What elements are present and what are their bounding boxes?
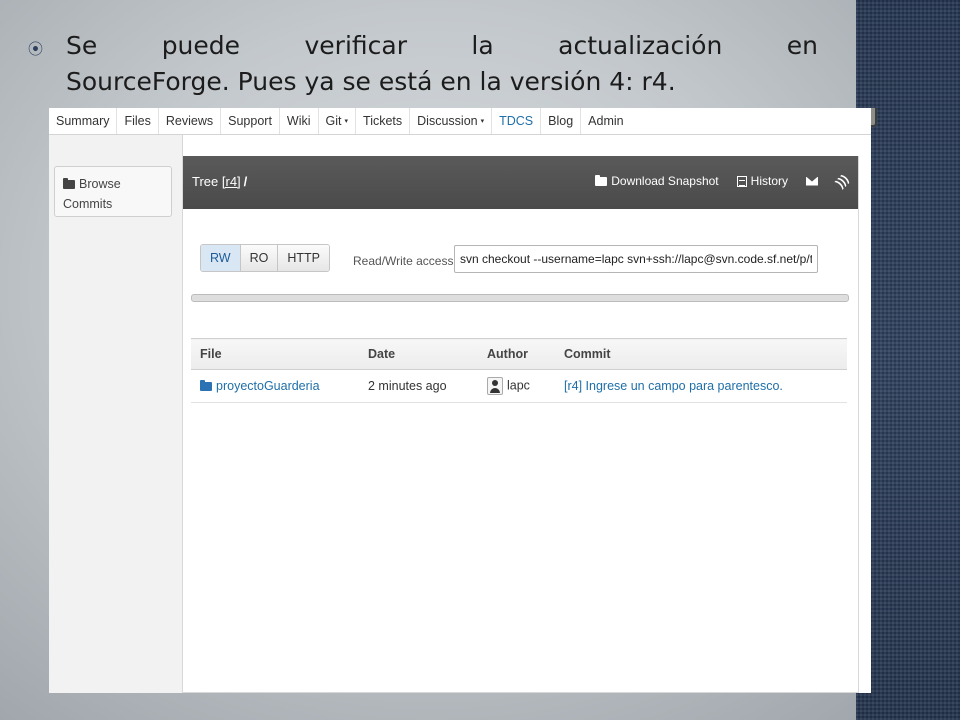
word: Se [66, 31, 98, 60]
nav-label: Files [124, 114, 151, 128]
nav-tickets[interactable]: Tickets [356, 108, 411, 134]
nav-tdcs[interactable]: TDCS [492, 108, 542, 134]
slide-text-line-1: Se puede verificar la actualización en [28, 28, 818, 64]
nav-label: Reviews [165, 114, 214, 128]
nav-label: Summary [56, 114, 110, 128]
word: actualización [558, 31, 723, 60]
caret-down-icon: ▾ [344, 117, 349, 125]
circle-bullet-icon: ⦿ [28, 40, 44, 58]
user-avatar-icon [487, 377, 503, 395]
author-cell: lapc [478, 369, 555, 403]
tree-title: Tree [r4] / [192, 174, 247, 189]
folder-icon [595, 174, 608, 186]
tree-panel-header: Tree [r4] / Download Snapshot History ))) [183, 156, 858, 209]
checkout-command-field[interactable] [454, 245, 818, 273]
nav-files[interactable]: Files [117, 108, 159, 134]
column-header-author[interactable]: Author [478, 338, 555, 370]
column-header-file[interactable]: File [191, 338, 359, 370]
download-snapshot-label: Download Snapshot [611, 174, 719, 188]
protocol-ro-button[interactable]: RO [240, 245, 279, 271]
slide-bullet-text: ⦿ Se puede verificar la actualización en… [28, 28, 818, 100]
date-cell: 2 minutes ago [359, 369, 478, 403]
browse-commits-button[interactable]: Browse Commits [54, 166, 172, 217]
commit-link[interactable]: [r4] Ingrese un campo para parentesco. [564, 379, 783, 393]
column-header-date[interactable]: Date [359, 338, 478, 370]
history-button[interactable]: History [736, 174, 788, 188]
table-header-row: File Date Author Commit [191, 338, 847, 370]
protocol-rw-button[interactable]: RW [201, 245, 241, 271]
protocol-toggle-group: RW RO HTTP [200, 244, 330, 272]
commit-cell: [r4] Ingrese un campo para parentesco. [555, 369, 847, 403]
rss-icon: ))) [832, 171, 852, 191]
sourceforge-screenshot: Summary Files Reviews Support Wiki Git ▾ … [49, 108, 871, 693]
nav-label: Tickets [363, 114, 403, 128]
nav-blog[interactable]: Blog [541, 108, 582, 134]
tree-title-prefix: Tree [192, 174, 219, 189]
envelope-icon [806, 176, 818, 186]
file-cell: proyectoGuarderia [191, 369, 359, 403]
table-row: proyectoGuarderia 2 minutes ago lapc [r4… [191, 369, 847, 403]
project-nav-bar: Summary Files Reviews Support Wiki Git ▾ … [49, 108, 871, 135]
tree-panel: Tree [r4] / Download Snapshot History ))) [182, 156, 859, 693]
protocol-http-button[interactable]: HTTP [278, 245, 329, 271]
word: la [471, 31, 494, 60]
file-table: File Date Author Commit proyectoGuarderi… [191, 338, 847, 403]
word: verificar [304, 31, 407, 60]
author-name: lapc [507, 378, 530, 393]
word: en [786, 31, 818, 60]
nav-discussion[interactable]: Discussion ▾ [410, 108, 493, 134]
slide-text-line-2: SourceForge. Pues ya se está en la versi… [66, 67, 676, 96]
browse-commits-label-2: Commits [63, 197, 113, 211]
nav-label: Discussion [417, 114, 478, 128]
file-link[interactable]: proyectoGuarderia [216, 379, 320, 393]
access-label: Read/Write access [353, 254, 454, 268]
email-button[interactable] [806, 176, 818, 186]
nav-admin[interactable]: Admin [581, 108, 630, 134]
nav-label: Git [325, 114, 342, 128]
nav-git[interactable]: Git ▾ [319, 108, 357, 134]
nav-wiki[interactable]: Wiki [280, 108, 319, 134]
word: puede [161, 31, 241, 60]
tree-actions: Download Snapshot History ))) [577, 171, 852, 191]
nav-label: Blog [548, 114, 574, 128]
history-icon [736, 175, 747, 187]
nav-label: Support [228, 114, 272, 128]
nav-label: Wiki [286, 114, 311, 128]
horizontal-scrollbar[interactable] [191, 294, 849, 302]
nav-summary[interactable]: Summary [49, 108, 118, 134]
nav-support[interactable]: Support [221, 108, 280, 134]
download-snapshot-button[interactable]: Download Snapshot [595, 174, 719, 188]
folder-icon [63, 178, 75, 190]
nav-label: Admin [588, 114, 624, 128]
column-header-commit[interactable]: Commit [555, 338, 847, 370]
rss-button[interactable]: ))) [832, 171, 852, 191]
folder-icon [200, 380, 212, 392]
browse-commits-label-1: Browse [79, 177, 121, 191]
revision-link[interactable]: [r4] [222, 174, 241, 189]
nav-label: TDCS [499, 114, 534, 128]
path-separator: / [243, 174, 248, 189]
nav-reviews[interactable]: Reviews [159, 108, 222, 134]
caret-down-icon: ▾ [480, 117, 485, 125]
left-sidebar: Browse Commits [49, 135, 183, 693]
history-label: History [750, 174, 788, 188]
